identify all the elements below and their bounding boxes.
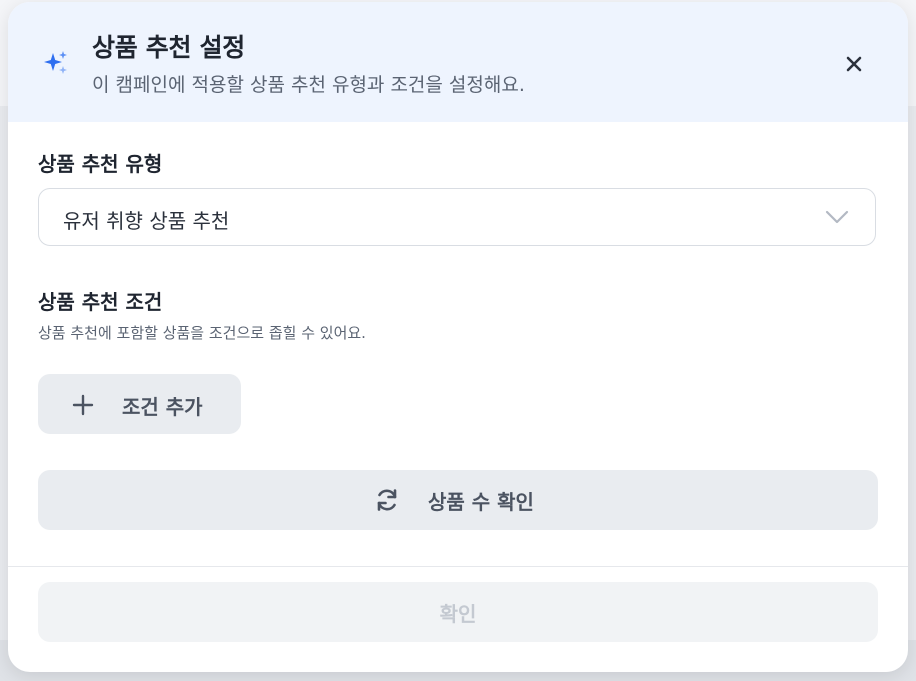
modal-title: 상품 추천 설정 [92,33,246,62]
check-product-count-label: 상품 수 확인 [428,490,534,514]
sparkle-icon [44,51,67,74]
refresh-icon [377,489,397,511]
modal-header: 상품 추천 설정 이 캠페인에 적용할 상품 추천 유형과 조건을 설정해요. [8,2,908,122]
recommendation-type-value: 유저 취향 상품 추천 [63,209,230,233]
footer-divider [8,566,908,567]
recommendation-conditions-label: 상품 추천 조건 [38,290,163,314]
plus-icon [72,394,94,416]
recommendation-conditions-description: 상품 추천에 포함할 상품을 조건으로 좁힐 수 있어요. [38,324,366,342]
modal-subtitle: 이 캠페인에 적용할 상품 추천 유형과 조건을 설정해요. [92,74,525,96]
recommendation-settings-modal: 상품 추천 설정 이 캠페인에 적용할 상품 추천 유형과 조건을 설정해요. … [8,2,908,672]
recommendation-type-label: 상품 추천 유형 [38,152,163,176]
add-condition-button[interactable]: 조건 추가 [38,374,241,434]
recommendation-type-select[interactable]: 유저 취향 상품 추천 [38,188,876,246]
close-icon [846,56,862,72]
confirm-button[interactable]: 확인 [38,582,878,642]
add-condition-label: 조건 추가 [122,395,203,419]
check-product-count-button[interactable]: 상품 수 확인 [38,470,878,530]
chevron-down-icon [825,210,849,224]
close-button[interactable] [836,46,872,82]
confirm-label: 확인 [439,601,477,626]
